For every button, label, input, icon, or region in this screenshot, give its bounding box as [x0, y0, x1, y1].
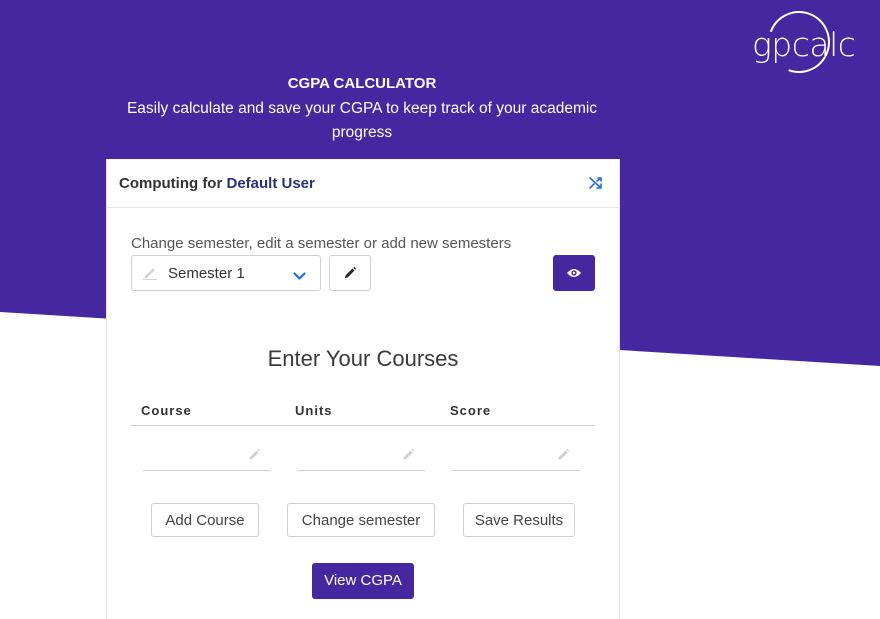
pencil-icon	[345, 266, 357, 278]
chevron-down-icon	[293, 268, 306, 286]
course-input[interactable]	[143, 440, 271, 471]
column-header-score: Score	[450, 403, 492, 418]
gpcalc-logo[interactable]: gpcalc	[752, 0, 856, 84]
semester-hint: Change semester, edit a semester or add …	[131, 235, 512, 252]
current-user-name[interactable]: Default User	[226, 175, 314, 192]
pencil-icon	[557, 448, 570, 466]
logo-text: gpcalc	[752, 25, 856, 64]
score-input[interactable]	[452, 440, 580, 471]
change-semester-button[interactable]: Change semester	[287, 503, 435, 537]
units-input[interactable]	[297, 440, 425, 471]
calculator-card: Computing for Default User Change semest…	[106, 159, 620, 619]
courses-section-title: Enter Your Courses	[267, 346, 459, 371]
semester-select[interactable]: Semester 1	[131, 255, 321, 291]
view-semester-button[interactable]	[553, 255, 595, 291]
pencil-icon	[248, 448, 261, 466]
shuffle-icon[interactable]	[589, 176, 603, 190]
pencil-icon	[142, 266, 158, 285]
computing-for-label: Computing for Default User	[119, 175, 315, 192]
pencil-icon	[402, 448, 415, 466]
edit-semester-button[interactable]	[329, 255, 371, 291]
column-header-course: Course	[141, 403, 192, 418]
score-field[interactable]	[452, 440, 556, 470]
view-cgpa-button[interactable]: View CGPA	[312, 563, 414, 599]
eye-icon	[567, 269, 581, 277]
column-header-units: Units	[295, 403, 333, 418]
header-divider	[131, 425, 595, 426]
save-results-button[interactable]: Save Results	[463, 503, 575, 537]
course-field[interactable]	[143, 440, 247, 470]
computing-prefix: Computing for	[119, 175, 223, 192]
add-course-button[interactable]: Add Course	[151, 503, 259, 537]
card-header: Computing for Default User	[107, 159, 619, 208]
units-field[interactable]	[297, 440, 401, 470]
page-title: CGPA CALCULATOR	[287, 75, 437, 92]
semester-selected-value: Semester 1	[168, 265, 245, 282]
page-subtitle: Easily calculate and save your CGPA to k…	[126, 100, 598, 141]
